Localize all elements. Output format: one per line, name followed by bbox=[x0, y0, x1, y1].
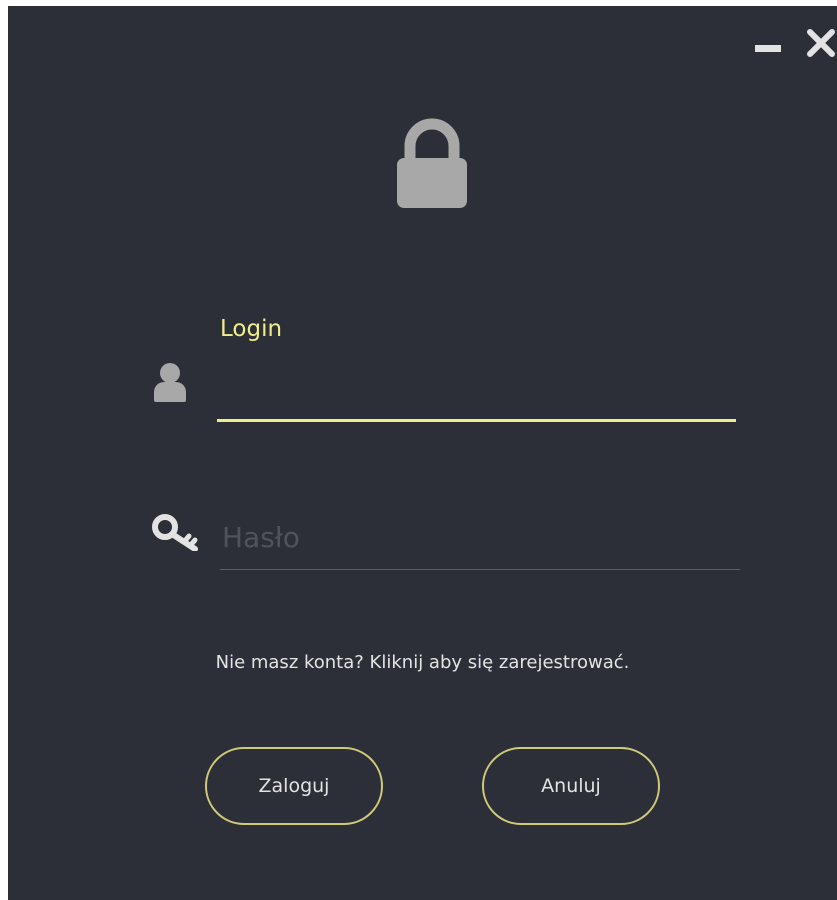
minimize-icon bbox=[755, 45, 781, 52]
cancel-button[interactable]: Anuluj bbox=[482, 747, 660, 825]
minimize-button[interactable] bbox=[753, 28, 783, 58]
lock-icon bbox=[396, 118, 468, 208]
close-icon bbox=[807, 29, 835, 57]
login-button[interactable]: Zaloguj bbox=[205, 747, 383, 825]
login-label: Login bbox=[220, 316, 283, 342]
user-icon bbox=[153, 362, 187, 402]
key-icon bbox=[151, 513, 203, 552]
login-window: Login Nie masz konta? Kliknij aby się za… bbox=[8, 6, 837, 900]
password-input[interactable] bbox=[220, 506, 740, 570]
register-link[interactable]: Nie masz konta? Kliknij aby się zarejest… bbox=[8, 652, 837, 673]
login-input[interactable] bbox=[217, 366, 736, 422]
close-button[interactable] bbox=[806, 28, 836, 58]
